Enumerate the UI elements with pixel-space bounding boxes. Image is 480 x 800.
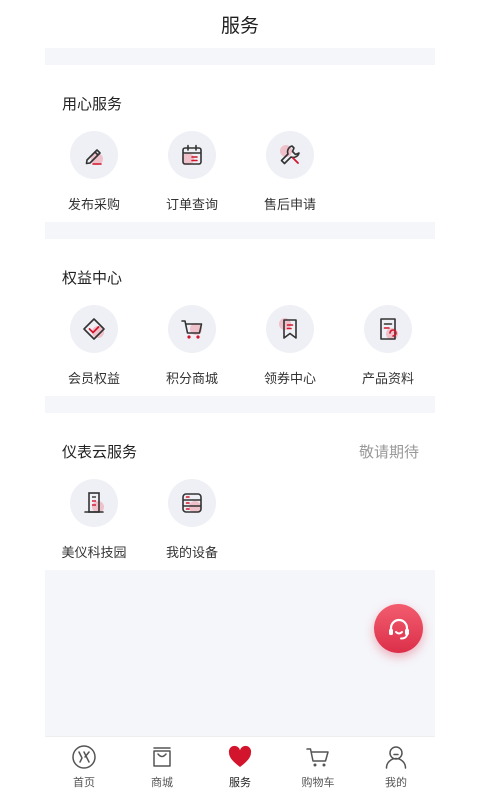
order-calendar-icon [168,131,216,179]
tile-label: 积分商城 [165,372,218,387]
device-list-icon [168,479,216,527]
tab-label: 购物车 [301,776,335,789]
tab-label: 首页 [73,776,95,789]
after-sales-button[interactable]: 售后申请 [241,131,339,213]
cart-icon [305,744,331,770]
building-icon [70,479,118,527]
tab-label: 我的 [385,776,407,789]
coupon-center-button[interactable]: 领券中心 [241,305,339,387]
pencil-icon [70,131,118,179]
wrench-icon [266,131,314,179]
tab-service[interactable]: 服务 [201,737,279,800]
tab-mall[interactable]: 商城 [123,737,201,800]
section-cloud-service: 仪表云服务 敬请期待 美仪科技园 我的设备 [45,413,435,570]
member-benefits-button[interactable]: 会员权益 [45,305,143,387]
tab-label: 商城 [151,776,173,789]
section-caring-service: 用心服务 发布采购 订单查询 售后申请 [45,65,435,222]
tile-label: 产品资料 [361,372,414,387]
points-mall-button[interactable]: 积分商城 [143,305,241,387]
tab-home[interactable]: 首页 [45,737,123,800]
section-benefits-center: 权益中心 会员权益 积分商城 领券中心 产品资料 [45,239,435,396]
tab-mine[interactable]: 我的 [357,737,435,800]
tile-label: 我的设备 [165,546,218,561]
customer-support-button[interactable] [374,604,423,653]
bookmark-icon [266,305,314,353]
cart-icon [168,305,216,353]
page-title: 服务 [220,15,259,37]
tab-cart[interactable]: 购物车 [279,737,357,800]
section-title: 仪表云服务 [62,443,138,461]
tile-label: 订单查询 [165,198,218,213]
bottom-tab-bar: 首页 商城 服务 购物车 我的 [45,736,435,800]
tab-label: 服务 [229,776,251,789]
home-logo-icon [71,744,97,770]
product-docs-button[interactable]: 产品资料 [339,305,437,387]
coming-soon-note: 敬请期待 [358,443,419,461]
diamond-check-icon [70,305,118,353]
headset-icon [388,618,409,639]
tile-label: 领券中心 [263,372,316,387]
heart-icon [227,744,253,770]
user-icon [383,744,409,770]
tile-label: 发布采购 [67,198,120,213]
tile-label: 售后申请 [263,198,316,213]
tile-label: 会员权益 [67,372,120,387]
publish-purchase-button[interactable]: 发布采购 [45,131,143,213]
my-devices-button[interactable]: 我的设备 [143,479,241,561]
document-icon [364,305,412,353]
tech-park-button[interactable]: 美仪科技园 [45,479,143,561]
bag-icon [149,744,175,770]
section-title: 权益中心 [62,269,123,287]
section-title: 用心服务 [62,95,123,113]
tile-label: 美仪科技园 [61,546,127,561]
order-query-button[interactable]: 订单查询 [143,131,241,213]
